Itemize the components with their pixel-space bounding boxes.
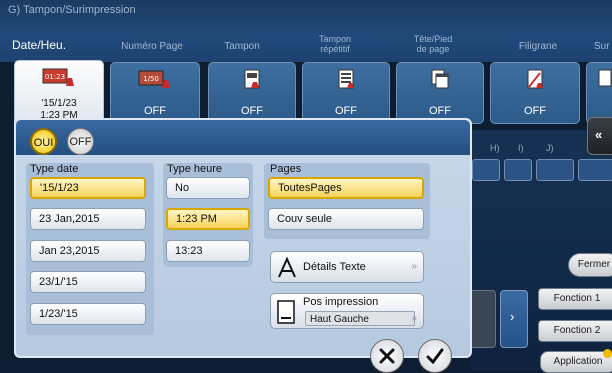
card-overflow[interactable] (586, 62, 612, 124)
date-option[interactable]: 1/23/'15 (30, 303, 146, 325)
close-x-icon (379, 348, 395, 364)
background-letter: J) (546, 143, 554, 153)
toggle-off-button[interactable]: OFF (67, 128, 94, 155)
date-option[interactable]: 23/1/'15 (30, 271, 146, 293)
card-page-number-value: OFF (144, 105, 166, 117)
date-option[interactable]: 23 Jan,2015 (30, 208, 146, 230)
text-a-icon (278, 257, 296, 278)
card-repeat-stamp[interactable]: OFF (302, 62, 390, 124)
background-button (536, 159, 574, 181)
tab-repeat-stamp[interactable]: Tampon répétitif (310, 34, 360, 54)
page-icon (277, 300, 295, 324)
tab-date-time[interactable]: Date/Heu. (12, 39, 66, 51)
date-stamp-icon: 01:23 (42, 68, 74, 86)
date-type-title: Type date (30, 163, 79, 175)
cancel-button[interactable] (370, 339, 404, 373)
date-option[interactable]: Jan 23,2015 (30, 240, 146, 262)
chevron-right-icon: › (510, 309, 515, 324)
date-option[interactable]: '15/1/23 (30, 177, 146, 199)
card-header-footer-value: OFF (429, 105, 451, 117)
tab-overflow[interactable]: Sur (594, 42, 612, 52)
background-button-row (472, 159, 612, 181)
tab-page-number[interactable]: Numéro Page (112, 42, 192, 52)
tab-watermark[interactable]: Filigrane (508, 42, 568, 52)
tab-stamp[interactable]: Tampon (212, 42, 272, 52)
checkmark-icon (426, 348, 444, 364)
card-header-footer[interactable]: OFF (396, 62, 484, 124)
svg-text:1/50: 1/50 (143, 75, 159, 83)
time-option[interactable]: 1:23 PM (166, 208, 250, 230)
background-letter: I) (518, 143, 524, 153)
function1-button[interactable]: Fonction 1 (538, 288, 612, 310)
background-button (504, 159, 532, 181)
header-footer-icon (431, 69, 449, 89)
scroll-right-button[interactable]: › (500, 290, 528, 348)
overflow-icon (598, 69, 612, 87)
window-title: G) Tampon/Surimpression (8, 4, 136, 16)
svg-text:01:23: 01:23 (45, 73, 65, 81)
toggle-on-button[interactable]: OUI (30, 128, 57, 155)
repeat-stamp-icon (338, 69, 354, 89)
time-option[interactable]: No (166, 177, 250, 199)
card-watermark-value: OFF (524, 105, 546, 117)
pages-option[interactable]: Couv seule (268, 208, 424, 230)
function2-button[interactable]: Fonction 2 (538, 320, 612, 342)
status-dot-icon (603, 349, 612, 358)
double-chevron-right-icon: » (411, 261, 417, 272)
text-details-button[interactable]: Détails Texte » (270, 251, 424, 283)
page-number-icon: 1/50 (138, 70, 170, 88)
stamp-icon (244, 69, 260, 89)
print-position-value: Haut Gauche (305, 311, 415, 326)
card-page-number[interactable]: 1/50 OFF (110, 62, 200, 124)
ok-button[interactable] (418, 339, 452, 373)
tab-header-footer[interactable]: Tête/Pied de page (408, 34, 458, 54)
double-chevron-right-icon: » (411, 313, 417, 324)
double-left-arrow-icon: « (595, 127, 603, 142)
card-stamp[interactable]: OFF (208, 62, 296, 124)
pages-title: Pages (270, 163, 302, 175)
background-letter: H) (490, 143, 500, 153)
close-button[interactable]: Fermer (568, 253, 612, 277)
print-position-label: Pos impression (303, 296, 379, 308)
pages-option[interactable]: ToutesPages (268, 177, 424, 199)
card-watermark[interactable]: OFF (490, 62, 580, 124)
collapse-panel-button[interactable]: « (587, 117, 612, 155)
text-details-label: Détails Texte (303, 261, 366, 273)
application-button[interactable]: Application (540, 351, 612, 373)
card-stamp-value: OFF (241, 105, 263, 117)
print-position-button[interactable]: Pos impression Haut Gauche » (270, 293, 424, 329)
card-repeat-stamp-value: OFF (335, 105, 357, 117)
background-button (578, 159, 612, 181)
time-type-title: Type heure (167, 163, 223, 175)
watermark-icon (527, 69, 543, 89)
background-button (472, 159, 500, 181)
time-option[interactable]: 13:23 (166, 240, 250, 262)
